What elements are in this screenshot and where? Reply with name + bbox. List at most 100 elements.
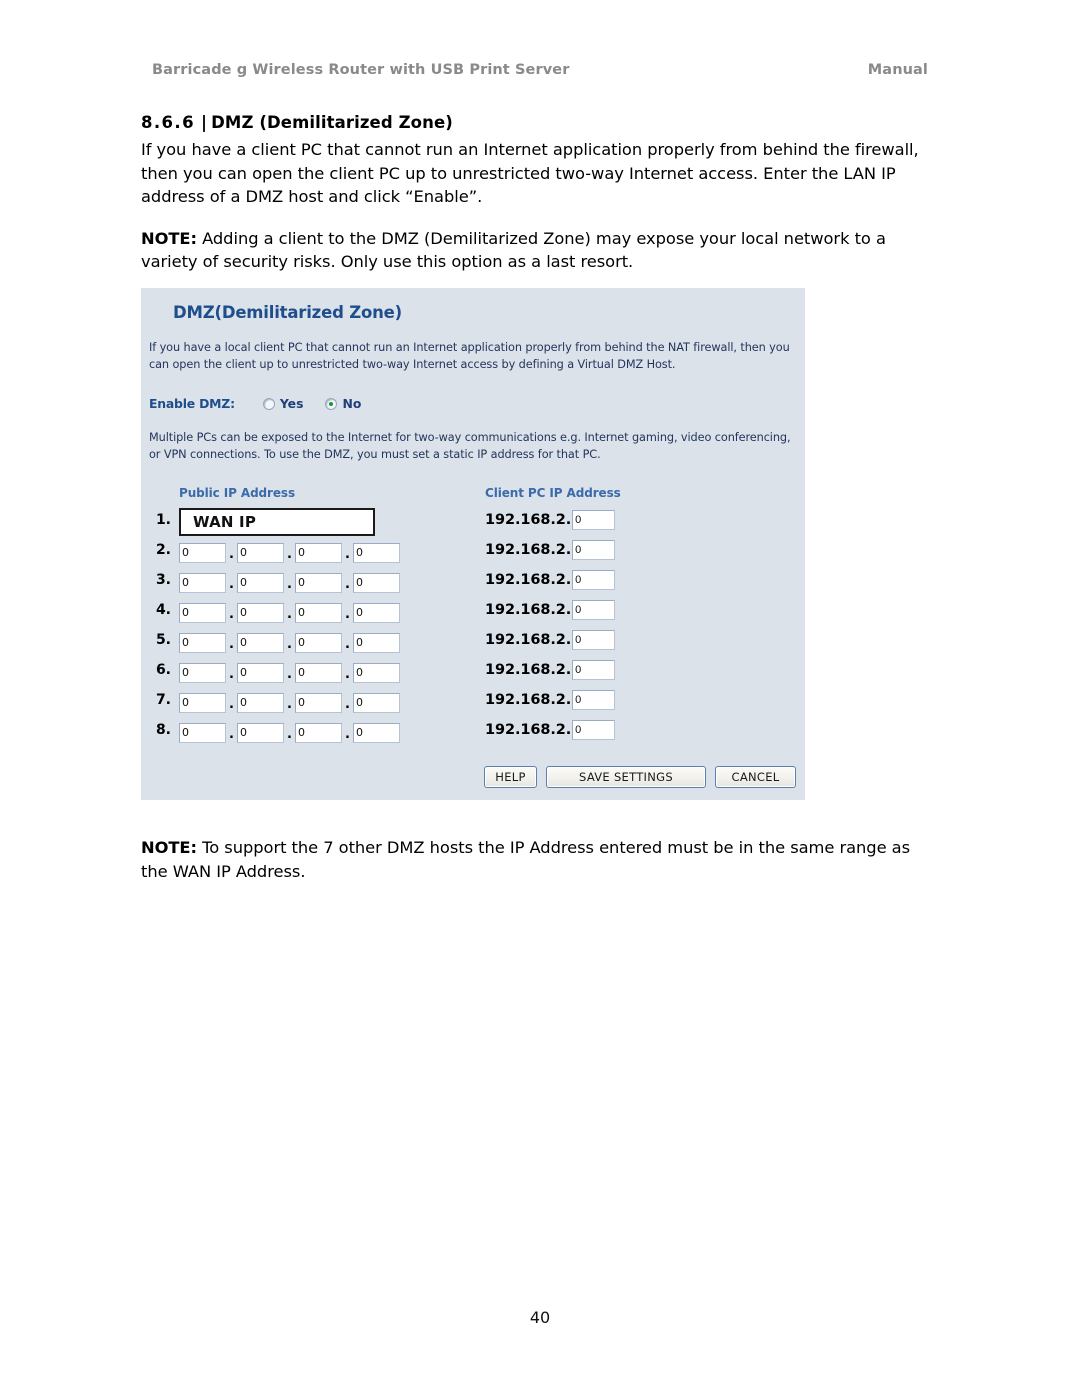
public-ip-octet-3-input[interactable]: [295, 662, 342, 683]
public-ip-octet-2-input[interactable]: [237, 602, 284, 623]
public-ip-octet-group: ...: [179, 630, 400, 655]
page-title: 8.6.6 | DMZ (Demilitarized Zone): [141, 113, 941, 132]
octet-separator-dot: .: [287, 547, 292, 562]
row-index-label: 2.: [155, 542, 171, 558]
public-ip-octet-2-input[interactable]: [237, 542, 284, 563]
public-ip-octet-3-input[interactable]: [295, 632, 342, 653]
public-ip-octet-4-input[interactable]: [353, 542, 400, 563]
octet-separator-dot: .: [287, 637, 292, 652]
manual-page: { "header": { "doc_title": "Barricade g …: [0, 0, 1080, 1397]
radio-no-icon[interactable]: [325, 397, 338, 410]
footer-note-paragraph: NOTE: To support the 7 other DMZ hosts t…: [141, 836, 941, 883]
client-ip-last-octet-input[interactable]: [572, 600, 616, 620]
client-ip-prefix-label: 192.168.2.: [485, 572, 572, 588]
public-ip-octet-1-input[interactable]: [179, 722, 226, 743]
row-index-label: 1.: [155, 512, 171, 528]
public-ip-octet-1-input[interactable]: [179, 632, 226, 653]
help-button[interactable]: HELP: [484, 766, 537, 788]
client-ip-prefix-label: 192.168.2.: [485, 512, 572, 528]
client-ip-last-octet-input[interactable]: [572, 510, 616, 530]
client-ip-last-octet-input[interactable]: [572, 720, 616, 740]
octet-separator-dot: .: [229, 727, 234, 742]
public-ip-octet-1-input[interactable]: [179, 662, 226, 683]
octet-separator-dot: .: [229, 547, 234, 562]
public-ip-octet-2-input[interactable]: [237, 662, 284, 683]
panel-button-bar: HELP SAVE SETTINGS CANCEL: [141, 766, 805, 788]
page-content: 8.6.6 | DMZ (Demilitarized Zone) If you ha…: [141, 113, 941, 274]
octet-separator-dot: .: [345, 577, 350, 592]
client-ip-cell: 192.168.2.: [485, 540, 616, 560]
section-separator: |: [200, 113, 208, 132]
client-ip-cell: 192.168.2.: [485, 600, 616, 620]
public-ip-octet-1-input[interactable]: [179, 542, 226, 563]
octet-separator-dot: .: [229, 697, 234, 712]
public-ip-octet-3-input[interactable]: [295, 602, 342, 623]
octet-separator-dot: .: [345, 667, 350, 682]
footer-note-label: NOTE:: [141, 838, 197, 858]
column-header-client-ip: Client PC IP Address: [485, 486, 621, 500]
public-ip-octet-2-input[interactable]: [237, 692, 284, 713]
public-ip-octet-4-input[interactable]: [353, 692, 400, 713]
octet-separator-dot: .: [229, 667, 234, 682]
page-number: 40: [529, 1308, 551, 1327]
row-index-label: 3.: [155, 572, 171, 588]
public-ip-octet-1-input[interactable]: [179, 572, 226, 593]
octet-separator-dot: .: [287, 667, 292, 682]
client-ip-prefix-label: 192.168.2.: [485, 542, 572, 558]
octet-separator-dot: .: [287, 697, 292, 712]
client-ip-last-octet-input[interactable]: [572, 570, 616, 590]
client-ip-last-octet-input[interactable]: [572, 540, 616, 560]
public-ip-octet-3-input[interactable]: [295, 542, 342, 563]
public-ip-octet-group: ...: [179, 570, 400, 595]
octet-separator-dot: .: [345, 637, 350, 652]
footer-note-body: To support the 7 other DMZ hosts the IP …: [141, 838, 911, 881]
section-title: DMZ (Demilitarized Zone): [211, 113, 453, 132]
row-index-label: 7.: [155, 692, 171, 708]
table-row: 8.... 192.168.2.: [141, 718, 805, 748]
panel-description-secondary: Multiple PCs can be exposed to the Inter…: [149, 431, 791, 461]
section-note-paragraph: NOTE: Adding a client to the DMZ (Demili…: [141, 227, 941, 274]
note-body: Adding a client to the DMZ (Demilitarize…: [141, 228, 886, 272]
wan-ip-field[interactable]: WAN IP: [179, 508, 375, 536]
public-ip-octet-1-input[interactable]: [179, 602, 226, 623]
public-ip-octet-1-input[interactable]: [179, 692, 226, 713]
public-ip-octet-4-input[interactable]: [353, 632, 400, 653]
client-ip-last-octet-input[interactable]: [572, 660, 616, 680]
table-row: 7.... 192.168.2.: [141, 688, 805, 718]
enable-dmz-label: Enable DMZ:: [149, 396, 235, 411]
cancel-button[interactable]: CANCEL: [715, 766, 796, 788]
public-ip-octet-group: ...: [179, 540, 400, 565]
public-ip-octet-group: ...: [179, 690, 400, 715]
table-row: 4.... 192.168.2.: [141, 598, 805, 628]
page-running-header: Barricade g Wireless Router with USB Pri…: [152, 62, 928, 78]
table-row: 2.... 192.168.2.: [141, 538, 805, 568]
public-ip-octet-4-input[interactable]: [353, 572, 400, 593]
save-settings-button[interactable]: SAVE SETTINGS: [546, 766, 706, 788]
public-ip-octet-3-input[interactable]: [295, 692, 342, 713]
public-ip-octet-3-input[interactable]: [295, 572, 342, 593]
public-ip-octet-2-input[interactable]: [237, 722, 284, 743]
octet-separator-dot: .: [345, 547, 350, 562]
client-ip-last-octet-input[interactable]: [572, 630, 616, 650]
public-ip-octet-2-input[interactable]: [237, 572, 284, 593]
row-index-label: 5.: [155, 632, 171, 648]
public-ip-octet-4-input[interactable]: [353, 722, 400, 743]
column-header-public-ip: Public IP Address: [179, 486, 295, 500]
public-ip-octet-group: ...: [179, 660, 400, 685]
public-ip-octet-4-input[interactable]: [353, 602, 400, 623]
client-ip-cell: 192.168.2.: [485, 570, 616, 590]
octet-separator-dot: .: [345, 727, 350, 742]
radio-yes-icon[interactable]: [262, 397, 275, 410]
octet-separator-dot: .: [229, 637, 234, 652]
client-ip-cell: 192.168.2.: [485, 690, 616, 710]
public-ip-octet-2-input[interactable]: [237, 632, 284, 653]
section-number: 8.6.6: [141, 113, 195, 132]
client-ip-last-octet-input[interactable]: [572, 690, 616, 710]
octet-separator-dot: .: [345, 607, 350, 622]
public-ip-octet-3-input[interactable]: [295, 722, 342, 743]
enable-dmz-radio-group[interactable]: Yes No: [262, 396, 361, 411]
radio-option-no[interactable]: No: [325, 396, 361, 411]
radio-option-yes[interactable]: Yes: [262, 396, 303, 411]
public-ip-octet-4-input[interactable]: [353, 662, 400, 683]
router-dmz-config-panel: DMZ(Demilitarized Zone) If you have a lo…: [141, 288, 805, 800]
